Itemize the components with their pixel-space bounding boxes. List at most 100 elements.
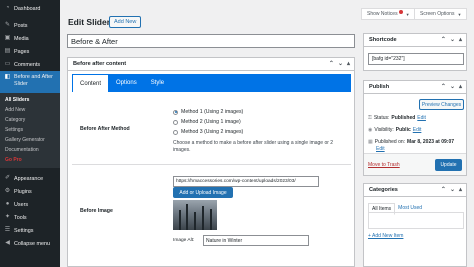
publish-box: Publish ⌃ ⌄ ▴ Preview Changes ⚿ Status: Pu… xyxy=(363,80,467,176)
collapse-toggle-icon[interactable]: ▴ xyxy=(347,60,350,67)
radio-label: Method 3 (Using 2 images) xyxy=(181,129,244,135)
move-down-icon[interactable]: ⌄ xyxy=(450,186,455,193)
box-title: Publish xyxy=(369,84,390,90)
sidebar-item-label: Dashboard xyxy=(14,5,41,12)
box-header: Categories ⌃ ⌄ ▴ xyxy=(364,184,466,197)
show-notices-button[interactable]: Show Notices ▼ xyxy=(361,8,416,20)
collapse-toggle-icon[interactable]: ▴ xyxy=(459,36,462,43)
screen-options-button[interactable]: Screen Options ▼ xyxy=(414,8,468,20)
box-title: Categories xyxy=(369,187,398,193)
brush-icon: ✐ xyxy=(4,175,11,181)
before-image-url-input[interactable]: https://hmaccessories.com/wp-content/upl… xyxy=(173,176,319,187)
users-icon: ● xyxy=(5,201,10,207)
update-button[interactable]: Update xyxy=(435,159,462,171)
sidebar-item-posts[interactable]: ✎ Posts xyxy=(0,19,60,32)
plugin-icon: ⚙ xyxy=(4,188,11,194)
submenu-category[interactable]: Category xyxy=(0,115,60,125)
method-option-2[interactable]: Method 2 (Using 1 image) xyxy=(173,119,241,125)
box-controls: ⌃ ⌄ ▴ xyxy=(441,36,462,43)
method-option-3[interactable]: Method 3 (Using 2 images) xyxy=(173,129,243,135)
visibility-row: ◉ Visibility: Public Edit xyxy=(368,127,421,133)
edit-published-link[interactable]: Edit xyxy=(376,146,385,152)
add-new-button[interactable]: Add New xyxy=(109,16,142,28)
add-new-item-link[interactable]: + Add New Item xyxy=(368,233,403,239)
category-list xyxy=(368,212,464,229)
tab-style[interactable]: Style xyxy=(144,74,171,92)
tab-options[interactable]: Options xyxy=(109,74,144,92)
tab-content[interactable]: Content xyxy=(72,74,110,92)
visibility-label: Visibility: xyxy=(374,127,394,133)
sidebar-item-plugins[interactable]: ⚙ Plugins xyxy=(0,185,60,198)
dashboard-icon: ◔ xyxy=(5,5,10,11)
radio-button[interactable] xyxy=(173,119,178,125)
sidebar-item-dashboard[interactable]: ◔ Dashboard xyxy=(0,2,60,15)
radio-button[interactable] xyxy=(173,129,178,135)
submenu-settings[interactable]: Settings xyxy=(0,125,60,135)
sidebar-item-comments[interactable]: ▭ Comments xyxy=(0,58,60,71)
move-up-icon[interactable]: ⌃ xyxy=(441,186,446,193)
collapse-toggle-icon[interactable]: ▴ xyxy=(459,186,462,193)
box-header: Before after content ⌃ ⌄ ▴ xyxy=(68,58,354,71)
chevron-down-icon: ▼ xyxy=(405,11,410,17)
sidebar-item-label: Comments xyxy=(14,61,41,68)
edit-status-link[interactable]: Edit xyxy=(417,115,426,121)
sidebar-item-users[interactable]: ● Users xyxy=(0,198,60,211)
sidebar-item-label: Plugins xyxy=(14,188,32,195)
show-notices-label: Show Notices xyxy=(367,11,398,17)
shortcode-field[interactable]: [bafg id="232"] xyxy=(368,53,464,65)
submenu-all-sliders[interactable]: All Sliders xyxy=(0,95,60,105)
sidebar-item-collapse[interactable]: ◀ Collapse menu xyxy=(0,237,60,250)
sidebar-item-media[interactable]: ▣ Media xyxy=(0,32,60,45)
submenu-gallery-generator[interactable]: Gallery Generator xyxy=(0,135,60,145)
collapse-icon: ◀ xyxy=(5,240,10,246)
move-down-icon[interactable]: ⌄ xyxy=(450,83,455,90)
sidebar-item-tools[interactable]: ✦ Tools xyxy=(0,211,60,224)
box-title: Before after content xyxy=(73,61,127,67)
sidebar-item-label: Collapse menu xyxy=(14,240,50,247)
box-controls: ⌃ ⌄ ▴ xyxy=(441,83,462,90)
preview-changes-button[interactable]: Preview Changes xyxy=(419,99,464,110)
eye-icon: ◉ xyxy=(368,127,373,133)
slider-icon: ◧ xyxy=(4,74,11,80)
content-tabs: Content Options Style xyxy=(72,74,351,92)
sidebar-item-pages[interactable]: ▤ Pages xyxy=(0,45,60,58)
edit-visibility-link[interactable]: Edit xyxy=(413,127,422,133)
settings-icon: ☰ xyxy=(4,227,11,233)
move-to-trash-link[interactable]: Move to Trash xyxy=(368,162,400,168)
comment-icon: ▭ xyxy=(4,61,11,67)
screen-options-label: Screen Options xyxy=(420,11,455,17)
sidebar-item-label: Settings xyxy=(14,227,34,234)
submenu-go-pro[interactable]: Go Pro xyxy=(0,155,60,165)
radio-button[interactable] xyxy=(173,109,178,115)
collapse-toggle-icon[interactable]: ▴ xyxy=(459,83,462,90)
page-icon: ▤ xyxy=(4,48,11,54)
move-down-icon[interactable]: ⌄ xyxy=(338,60,343,67)
submenu-add-new[interactable]: Add New xyxy=(0,105,60,115)
sidebar-item-before-after-slider[interactable]: ◧ Before and After Slider xyxy=(0,71,60,93)
move-down-icon[interactable]: ⌄ xyxy=(450,36,455,43)
published-label: Published on: xyxy=(374,139,406,145)
box-header: Shortcode ⌃ ⌄ ▴ xyxy=(364,34,466,47)
submenu-documentation[interactable]: Documentation xyxy=(0,145,60,155)
image-alt-label: Image Alt: xyxy=(173,238,195,243)
sidebar-item-settings[interactable]: ☰ Settings xyxy=(0,224,60,237)
shortcode-box: Shortcode ⌃ ⌄ ▴ [bafg id="232"] xyxy=(363,33,467,71)
image-alt-input[interactable]: Nature in Winter xyxy=(203,235,309,246)
method-option-1[interactable]: Method 1 (Using 2 images) xyxy=(173,109,243,115)
categories-box: Categories ⌃ ⌄ ▴ All Items Most Used + A… xyxy=(363,183,467,267)
page-title: Edit Slider xyxy=(68,17,111,27)
move-up-icon[interactable]: ⌃ xyxy=(441,83,446,90)
sidebar-item-label: Before and After Slider xyxy=(14,74,53,87)
box-header: Publish ⌃ ⌄ ▴ xyxy=(364,81,466,94)
move-up-icon[interactable]: ⌃ xyxy=(329,60,334,67)
move-up-icon[interactable]: ⌃ xyxy=(441,36,446,43)
box-controls: ⌃ ⌄ ▴ xyxy=(441,186,462,193)
published-row: ▦ Published on: Mar 8, 2023 at 09:07 xyxy=(368,139,456,145)
upload-image-button[interactable]: Add or Upload Image xyxy=(173,187,233,198)
pin-icon: ✎ xyxy=(4,22,11,28)
chevron-down-icon: ▼ xyxy=(457,11,462,17)
post-title-input[interactable]: Before & After xyxy=(67,34,355,48)
key-icon: ⚿ xyxy=(368,115,372,121)
box-title: Shortcode xyxy=(369,37,397,43)
sidebar-item-appearance[interactable]: ✐ Appearance xyxy=(0,172,60,185)
